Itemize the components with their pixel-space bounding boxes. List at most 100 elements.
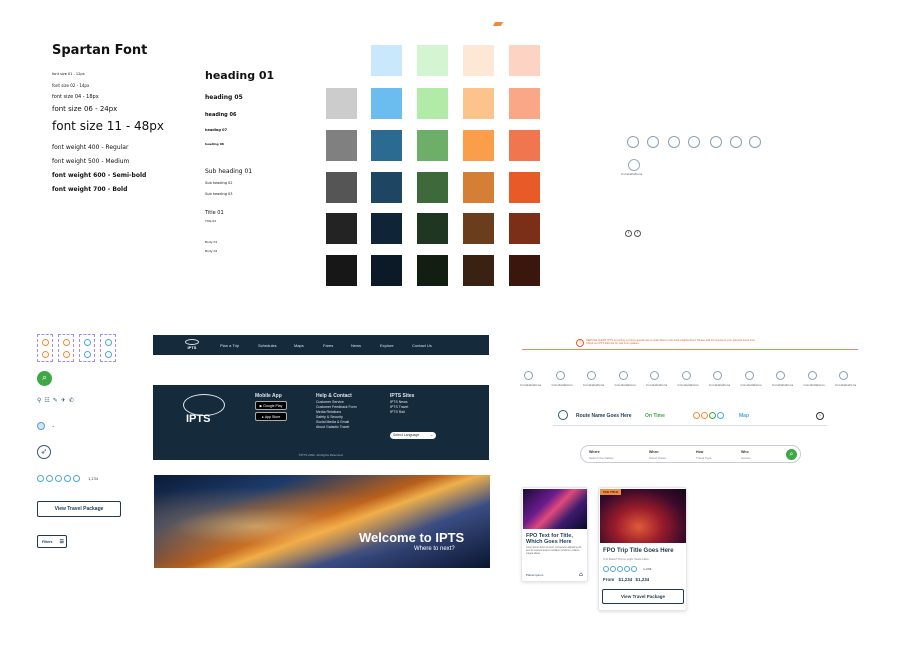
alert-icon: ! — [576, 339, 584, 347]
color-swatch — [509, 255, 540, 286]
view-travel-package-button[interactable]: View Travel Package — [602, 589, 684, 604]
when-input[interactable]: Select Dates — [649, 456, 666, 460]
constellation-label: Constellations — [520, 383, 542, 387]
card-title: FPO Text for Title, Which Goes Here — [526, 533, 573, 545]
font-weight-400: font weight 400 - Regular — [52, 144, 129, 151]
service-alert-subtext: Check our IPTS Rail site for real time u… — [586, 342, 640, 346]
prev-arrow-icon[interactable]: ‹ — [625, 230, 632, 237]
card-meta: Planet ipsum — [526, 573, 544, 577]
rating-star-icon — [64, 475, 71, 482]
line-badge-icon — [717, 412, 724, 419]
font-weight-700: font weight 700 - Bold — [52, 186, 128, 193]
who-label: Who — [741, 450, 749, 454]
constellation-label: Constellations — [740, 383, 762, 387]
color-swatch — [463, 172, 494, 203]
nav-maps[interactable]: Maps — [294, 343, 304, 348]
trip-card-rating: 1,234 — [603, 566, 652, 572]
galaxy-icon — [105, 339, 112, 346]
color-swatch — [463, 130, 494, 161]
color-swatch — [509, 88, 540, 119]
filters-button[interactable]: Filters ☰ — [37, 535, 67, 548]
service-alert: SERVICE ALERT: IPTS is running on Nova s… — [586, 339, 806, 346]
color-swatch — [326, 130, 357, 161]
color-swatch — [417, 172, 448, 203]
comet-icon — [730, 136, 742, 148]
planet-icon — [668, 136, 680, 148]
google-play-badge[interactable]: ▶ Google Play — [255, 401, 287, 410]
rating-star-icon — [46, 475, 53, 482]
search-submit-icon[interactable]: ⌕ — [786, 449, 797, 460]
font-size-04: font size 04 - 18px — [52, 94, 99, 100]
font-size-11: font size 11 - 48px — [52, 119, 164, 133]
trip-card[interactable]: TAG TITLE FPO Trip Title Goes Here X-K D… — [598, 487, 687, 611]
copyright: ©IPTS 2022. All Rights Reserved. — [298, 453, 344, 457]
app-store-label: App Store — [264, 414, 281, 419]
sub-heading-03: Sub heading 03 — [205, 192, 233, 196]
ipts-logo[interactable]: IPTS — [183, 339, 201, 351]
heading-06: heading 06 — [205, 112, 237, 118]
color-swatch — [509, 45, 540, 76]
where-input[interactable]: Search the Galaxy — [589, 456, 614, 460]
footer-link[interactable]: IPTS Rail — [390, 410, 408, 415]
color-swatch — [509, 172, 540, 203]
line-badge-icon — [693, 412, 700, 419]
chevron-right-icon[interactable]: › — [816, 412, 824, 420]
trip-card-price: From $1,234 $1,234 — [603, 577, 649, 582]
constellation-icon — [650, 371, 659, 380]
color-swatch — [371, 172, 402, 203]
card-image — [523, 489, 587, 529]
trip-card-image — [600, 489, 686, 543]
heading-08: heading 08 — [205, 142, 224, 146]
route-map-link[interactable]: Map — [739, 413, 749, 419]
nav-fares[interactable]: Fares — [323, 343, 333, 348]
rating-star-icon — [631, 566, 637, 572]
nav-plan-a-trip[interactable]: Plan a Trip — [220, 343, 239, 348]
color-swatch — [371, 45, 402, 76]
variant-group — [100, 334, 116, 362]
constellation-icon — [839, 371, 848, 380]
line-badge-icon — [701, 412, 708, 419]
constellation-label: Constellations — [614, 383, 636, 387]
title-02: Title 02 — [205, 219, 217, 223]
rating-star-icon — [603, 566, 609, 572]
price-new: $1,234 — [635, 577, 650, 582]
chevron-down-icon: ⌄ — [430, 433, 433, 437]
price-old: $1,234 — [618, 577, 633, 582]
constellation-icon — [681, 371, 691, 380]
help-contact-title: Help & Contact — [316, 393, 352, 399]
variant-group — [37, 334, 53, 362]
alien-icon — [63, 339, 70, 346]
language-select[interactable]: Select Language ⌄ — [390, 432, 436, 439]
language-select-value: Select Language — [393, 433, 420, 437]
how-input[interactable]: Travel Type — [696, 456, 712, 460]
constellation-icon — [555, 371, 565, 380]
content-card[interactable]: FPO Text for Title, Which Goes Here Lore… — [521, 487, 588, 582]
constellation-icon — [776, 371, 785, 380]
rating-star-icon — [73, 475, 80, 482]
footer-link[interactable]: About Galactic Travel — [316, 425, 357, 430]
search-icon[interactable]: ⌕ — [37, 371, 52, 386]
route-status: On Time — [645, 413, 665, 419]
utility-icon-row: ⚲☷✎✈✆ — [37, 397, 77, 404]
next-arrow-icon[interactable]: › — [634, 230, 641, 237]
rocket-icon[interactable]: ➶ — [37, 445, 51, 459]
app-store-badge[interactable]: ● App Store — [255, 412, 287, 421]
heading-05: heading 05 — [205, 94, 243, 101]
hero-banner: Welcome to IPTS Where to next? — [154, 475, 490, 568]
font-weight-500: font weight 500 - Medium — [52, 158, 130, 165]
nav-explore[interactable]: Explore — [380, 343, 394, 348]
footer-logo-text[interactable]: IPTS — [186, 413, 210, 425]
route-status-bar: Route Name Goes Here On Time Map › — [553, 407, 827, 426]
view-travel-package-button[interactable]: View Travel Package — [37, 501, 121, 517]
nav-contact-us[interactable]: Contact Us — [412, 343, 432, 348]
sliders-icon: ☰ — [59, 538, 64, 545]
rating-count: 1,234 — [88, 476, 99, 481]
who-input[interactable]: Guests — [741, 456, 751, 460]
trip-card-title: FPO Trip Title Goes Here — [603, 548, 674, 554]
constellation-icon — [713, 371, 722, 380]
nav-news[interactable]: News — [351, 343, 361, 348]
constellation-icon — [627, 136, 639, 148]
info-icon — [42, 339, 49, 346]
nav-schedules[interactable]: Schedules — [258, 343, 277, 348]
bookmark-icon[interactable]: ⌂ — [579, 571, 583, 578]
